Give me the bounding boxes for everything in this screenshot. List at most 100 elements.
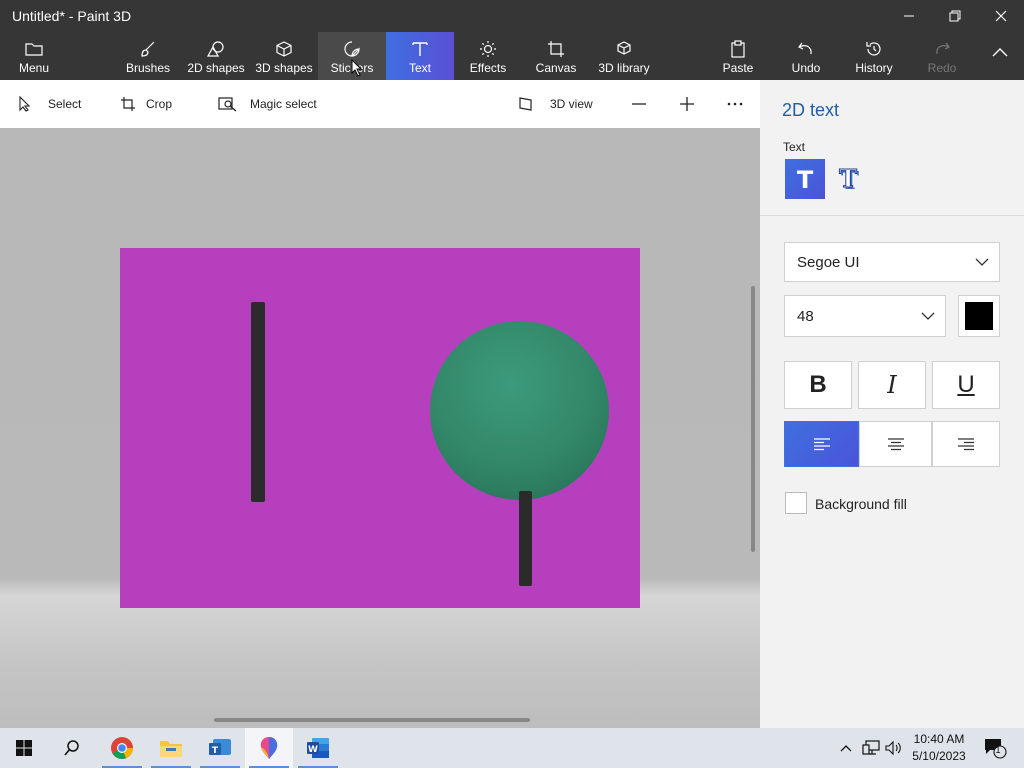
history-label: History <box>855 61 893 75</box>
workspace[interactable] <box>0 128 760 728</box>
redo-label: Redo <box>927 61 957 75</box>
2d-shapes-icon <box>206 41 224 57</box>
more-options-button[interactable] <box>726 80 754 128</box>
3d-text-style-button[interactable]: TT <box>829 159 869 199</box>
font-family-dropdown[interactable]: Segoe UI <box>784 242 1000 282</box>
clock-date: 5/10/2023 <box>912 749 966 763</box>
taskbar-remote-app[interactable]: T <box>196 728 244 768</box>
undo-icon <box>798 42 812 55</box>
magic-select-tool[interactable]: Magic select <box>218 80 317 128</box>
title-bar: Untitled* - Paint 3D <box>0 0 1024 32</box>
crop-label: Crop <box>146 97 173 111</box>
crop-tool[interactable]: Crop <box>120 80 172 128</box>
paste-button[interactable]: Paste <box>714 32 762 80</box>
ribbon-effects[interactable]: Effects <box>462 32 514 80</box>
taskbar-chrome[interactable] <box>98 728 146 768</box>
zoom-out-button[interactable] <box>630 80 658 128</box>
brush-icon <box>141 41 155 57</box>
system-clock[interactable]: 10:40 AM 5/10/2023 <box>904 731 974 765</box>
menu-label: Menu <box>18 61 50 75</box>
svg-text:W: W <box>308 745 318 755</box>
3d-library-icon <box>617 41 631 55</box>
redo-button[interactable]: Redo <box>918 32 966 80</box>
clock-time: 10:40 AM <box>913 732 965 746</box>
ribbon-canvas-label: Canvas <box>535 61 577 75</box>
dark-stem-shape[interactable] <box>519 491 532 586</box>
notification-count: 1 <box>995 745 1001 755</box>
taskbar-paint-3d[interactable] <box>245 728 293 768</box>
bold-button[interactable]: B <box>784 361 852 409</box>
chevron-down-icon <box>975 258 989 266</box>
background-fill-label: Background fill <box>815 496 907 512</box>
3d-view-toggle[interactable]: 3D view <box>518 80 593 128</box>
underline-button[interactable]: U <box>932 361 1000 409</box>
network-icon <box>862 740 880 755</box>
taskbar: T W 10:40 AM 5/10/2023 1 <box>0 728 1024 768</box>
minimize-button[interactable] <box>886 0 932 32</box>
zoom-in-button[interactable] <box>678 80 706 128</box>
ribbon-3d-shapes-label: 3D shapes <box>255 61 313 75</box>
remote-desktop-icon: T <box>209 739 231 756</box>
bold-label: B <box>809 371 827 398</box>
sun-icon <box>480 41 496 57</box>
taskbar-word[interactable]: W <box>294 728 342 768</box>
ribbon-stickers[interactable]: Stickers <box>318 32 386 80</box>
align-center-button[interactable] <box>859 421 932 467</box>
show-hidden-icons-button[interactable] <box>836 728 856 768</box>
ribbon-effects-label: Effects <box>469 61 507 75</box>
text-icon <box>412 42 428 56</box>
background-fill-checkbox[interactable] <box>785 492 807 514</box>
italic-button[interactable]: I <box>858 361 926 409</box>
ribbon-brushes[interactable]: Brushes <box>122 32 174 80</box>
history-button[interactable]: History <box>850 32 898 80</box>
taskbar-file-explorer[interactable] <box>147 728 195 768</box>
network-button[interactable] <box>860 728 882 768</box>
menu-button[interactable]: Menu <box>8 32 60 80</box>
magic-select-label: Magic select <box>250 97 317 111</box>
sticker-icon <box>344 41 360 57</box>
windows-logo-icon <box>16 740 32 756</box>
select-tool[interactable]: Select <box>18 80 81 128</box>
ribbon-canvas[interactable]: Canvas <box>530 32 582 80</box>
ribbon-3d-shapes[interactable]: 3D shapes <box>254 32 314 80</box>
crop-icon <box>121 97 135 111</box>
align-left-icon <box>813 438 830 451</box>
search-button[interactable] <box>48 728 96 768</box>
horizontal-scrollbar[interactable] <box>214 718 530 722</box>
vertical-scrollbar[interactable] <box>751 286 755 552</box>
dark-bar-shape[interactable] <box>251 302 265 502</box>
align-center-icon <box>887 438 904 451</box>
chevron-down-icon <box>921 312 935 320</box>
font-family-value: Segoe UI <box>797 253 860 271</box>
align-left-button[interactable] <box>784 421 859 467</box>
chrome-icon <box>111 737 134 760</box>
ribbon-2d-shapes[interactable]: 2D shapes <box>186 32 246 80</box>
notifications-button[interactable]: 1 <box>980 728 1010 768</box>
drawing-canvas[interactable] <box>120 248 640 608</box>
ribbon-3d-library[interactable]: 3D library <box>594 32 654 80</box>
align-right-button[interactable] <box>932 421 1000 467</box>
close-button[interactable] <box>978 0 1024 32</box>
ribbon-text[interactable]: Text <box>386 32 454 80</box>
ribbon-3d-library-label: 3D library <box>598 61 650 75</box>
restore-icon <box>949 10 961 22</box>
ribbon-2d-shapes-label: 2D shapes <box>187 61 245 75</box>
start-button[interactable] <box>0 728 48 768</box>
2d-text-icon: T <box>797 166 814 192</box>
font-size-value: 48 <box>797 307 814 325</box>
2d-text-style-button[interactable]: T <box>785 159 825 199</box>
text-type-label: Text <box>783 140 806 154</box>
volume-button[interactable] <box>884 728 904 768</box>
window-title: Untitled* - Paint 3D <box>12 8 132 24</box>
font-size-dropdown[interactable]: 48 <box>784 295 946 337</box>
text-color-picker[interactable] <box>958 295 1000 337</box>
restore-button[interactable] <box>932 0 978 32</box>
ribbon-brushes-label: Brushes <box>125 61 171 75</box>
svg-text:T: T <box>797 166 814 192</box>
text-panel: 2D text Text T TT Segoe UI 48 B I U Back… <box>760 80 1024 728</box>
undo-button[interactable]: Undo <box>782 32 830 80</box>
green-sphere-shape[interactable] <box>430 321 609 500</box>
redo-icon <box>936 42 950 55</box>
folder-icon <box>25 43 43 56</box>
collapse-ribbon-button[interactable] <box>980 32 1020 80</box>
